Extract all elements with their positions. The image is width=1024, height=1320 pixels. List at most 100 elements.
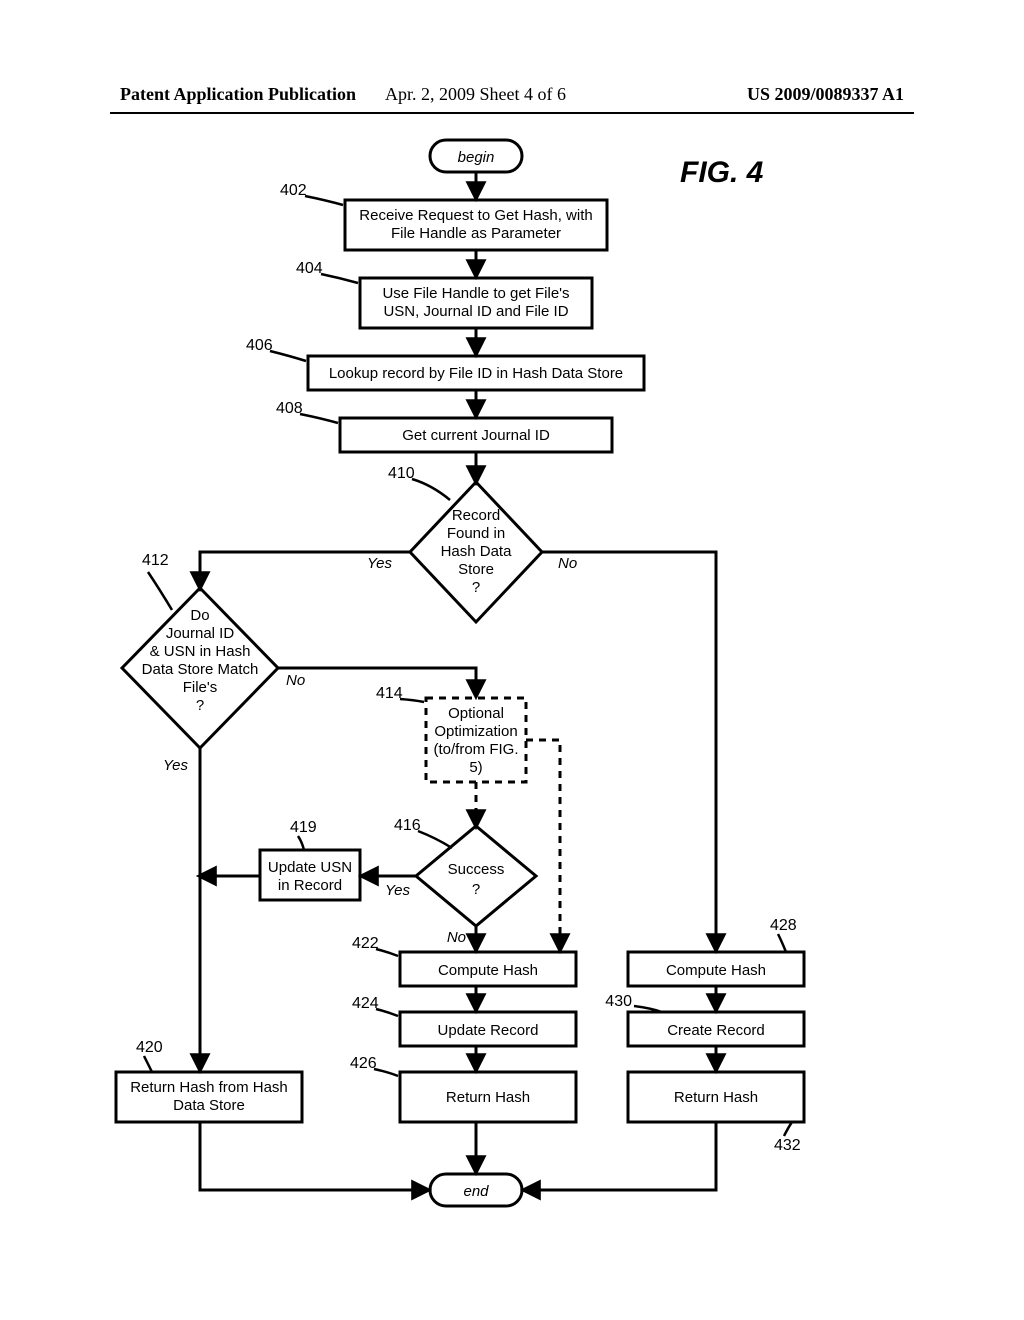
svg-text:Optimization: Optimization: [434, 723, 517, 740]
box-432: Return Hash: [628, 1072, 804, 1122]
ref-428: 428: [770, 917, 797, 934]
ref-404: 404: [296, 260, 323, 277]
leader: [321, 274, 358, 283]
svg-text:Use File Handle to get File's: Use File Handle to get File's: [382, 285, 569, 302]
leader: [778, 934, 786, 952]
box-430: Create Record: [628, 1012, 804, 1046]
svg-text:in Record: in Record: [278, 877, 342, 894]
svg-text:?: ?: [472, 579, 480, 596]
svg-text:?: ?: [472, 881, 480, 898]
flowchart: FIG. 4 begin Receive Request to Get Hash…: [0, 120, 1024, 1270]
ref-406: 406: [246, 337, 273, 354]
svg-text:USN, Journal ID and File ID: USN, Journal ID and File ID: [383, 303, 568, 320]
svg-text:Journal ID: Journal ID: [166, 625, 235, 642]
svg-text:Return Hash: Return Hash: [674, 1089, 758, 1106]
ref-419: 419: [290, 819, 317, 836]
arrow-420-end: [200, 1122, 428, 1190]
svg-text:File Handle as Parameter: File Handle as Parameter: [391, 225, 561, 242]
svg-text:end: end: [463, 1183, 489, 1200]
leader: [298, 836, 304, 850]
box-422: Compute Hash: [400, 952, 576, 986]
decision-416: Success ?: [416, 826, 536, 926]
decision-412: Do Journal ID & USN in Hash Data Store M…: [122, 588, 278, 748]
header-left: Patent Application Publication: [120, 84, 356, 105]
svg-text:Lookup record by File ID in Ha: Lookup record by File ID in Hash Data St…: [329, 365, 623, 382]
svg-text:Return Hash from Hash: Return Hash from Hash: [130, 1079, 288, 1096]
svg-text:Receive Request to Get Hash, w: Receive Request to Get Hash, with: [359, 207, 592, 224]
svg-text:Success: Success: [448, 861, 505, 878]
svg-text:Compute Hash: Compute Hash: [666, 962, 766, 979]
box-402: Receive Request to Get Hash, with File H…: [345, 200, 607, 250]
ref-412: 412: [142, 552, 169, 569]
svg-text:Optional: Optional: [448, 705, 504, 722]
leader: [412, 479, 450, 500]
svg-text:Data Store: Data Store: [173, 1097, 245, 1114]
header-right: US 2009/0089337 A1: [747, 84, 904, 105]
box-414-optional: Optional Optimization (to/from FIG. 5): [426, 698, 526, 782]
svg-text:File's: File's: [183, 679, 218, 696]
svg-text:(to/from FIG.: (to/from FIG.: [433, 741, 518, 758]
ref-430: 430: [605, 993, 632, 1010]
ref-422: 422: [352, 935, 379, 952]
leader: [148, 572, 172, 610]
ref-410: 410: [388, 465, 415, 482]
terminal-end: end: [430, 1174, 522, 1206]
box-406: Lookup record by File ID in Hash Data St…: [308, 356, 644, 390]
box-404: Use File Handle to get File's USN, Journ…: [360, 278, 592, 328]
svg-text:Update Record: Update Record: [438, 1022, 539, 1039]
svg-text:Get current Journal ID: Get current Journal ID: [402, 427, 550, 444]
box-420: Return Hash from Hash Data Store: [116, 1072, 302, 1122]
label-no: No: [558, 555, 577, 572]
svg-text:begin: begin: [458, 149, 495, 166]
decision-410: Record Found in Hash Data Store ?: [410, 482, 542, 622]
terminal-begin: begin: [430, 140, 522, 172]
ref-402: 402: [280, 182, 307, 199]
label-yes: Yes: [163, 757, 189, 774]
leader: [376, 1009, 398, 1016]
label-no: No: [286, 672, 305, 689]
ref-408: 408: [276, 400, 303, 417]
leader: [400, 699, 424, 702]
ref-420: 420: [136, 1039, 163, 1056]
label-no: No: [447, 929, 466, 946]
svg-text:?: ?: [196, 697, 204, 714]
svg-text:Store: Store: [458, 561, 494, 578]
leader: [376, 949, 398, 956]
svg-text:Create Record: Create Record: [667, 1022, 765, 1039]
leader: [374, 1069, 398, 1076]
svg-text:5): 5): [469, 759, 482, 776]
svg-text:& USN in Hash: & USN in Hash: [150, 643, 251, 660]
svg-text:Return Hash: Return Hash: [446, 1089, 530, 1106]
label-yes: Yes: [385, 882, 411, 899]
svg-text:Compute Hash: Compute Hash: [438, 962, 538, 979]
header-rule: [110, 112, 914, 114]
box-408: Get current Journal ID: [340, 418, 612, 452]
page: Patent Application Publication Apr. 2, 2…: [0, 0, 1024, 1320]
box-424: Update Record: [400, 1012, 576, 1046]
leader: [418, 831, 452, 848]
box-426: Return Hash: [400, 1072, 576, 1122]
svg-text:Update USN: Update USN: [268, 859, 352, 876]
dashed-path-414-out: [526, 740, 560, 950]
figure-title: FIG. 4: [680, 156, 764, 189]
arrow-432-end: [524, 1122, 716, 1190]
svg-text:Do: Do: [190, 607, 209, 624]
box-419: Update USN in Record: [260, 850, 360, 900]
ref-426: 426: [350, 1055, 377, 1072]
svg-text:Found in: Found in: [447, 525, 505, 542]
leader: [144, 1056, 152, 1072]
box-428: Compute Hash: [628, 952, 804, 986]
leader: [300, 414, 338, 423]
ref-424: 424: [352, 995, 379, 1012]
label-yes: Yes: [367, 555, 393, 572]
svg-text:Hash Data: Hash Data: [441, 543, 513, 560]
ref-432: 432: [774, 1137, 801, 1154]
ref-414: 414: [376, 685, 403, 702]
ref-416: 416: [394, 817, 421, 834]
arrow-410-no: [542, 552, 716, 950]
leader: [270, 351, 306, 361]
leader: [784, 1122, 792, 1136]
leader: [305, 196, 343, 205]
svg-text:Record: Record: [452, 507, 500, 524]
header-center: Apr. 2, 2009 Sheet 4 of 6: [385, 84, 566, 105]
